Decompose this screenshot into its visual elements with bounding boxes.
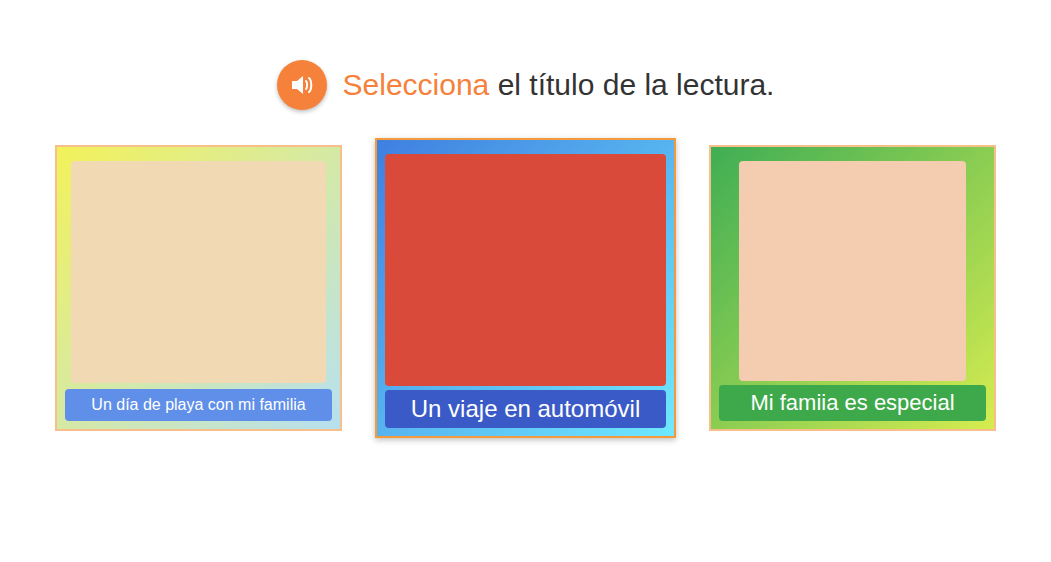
option-card[interactable]: Mi famiia es especial <box>709 145 996 431</box>
option-card[interactable]: Un día de playa con mi familia <box>55 145 342 431</box>
instruction-highlight: Selecciona <box>343 68 490 101</box>
option-label: Un viaje en automóvil <box>385 390 666 428</box>
illustration <box>739 161 966 381</box>
speaker-icon <box>290 74 314 96</box>
illustration <box>385 154 666 386</box>
page: Selecciona el título de la lectura. Un dí… <box>0 0 1051 562</box>
illustration <box>71 161 326 383</box>
instruction-rest: el título de la lectura. <box>489 68 774 101</box>
option-label: Mi famiia es especial <box>719 385 986 421</box>
option-list: Un día de playa con mi familia Un viaje e… <box>55 138 996 438</box>
instruction-header: Selecciona el título de la lectura. <box>277 60 775 110</box>
instruction-text: Selecciona el título de la lectura. <box>343 68 775 102</box>
option-label: Un día de playa con mi familia <box>65 389 332 421</box>
option-card[interactable]: Un viaje en automóvil <box>375 138 676 438</box>
audio-button[interactable] <box>277 60 327 110</box>
